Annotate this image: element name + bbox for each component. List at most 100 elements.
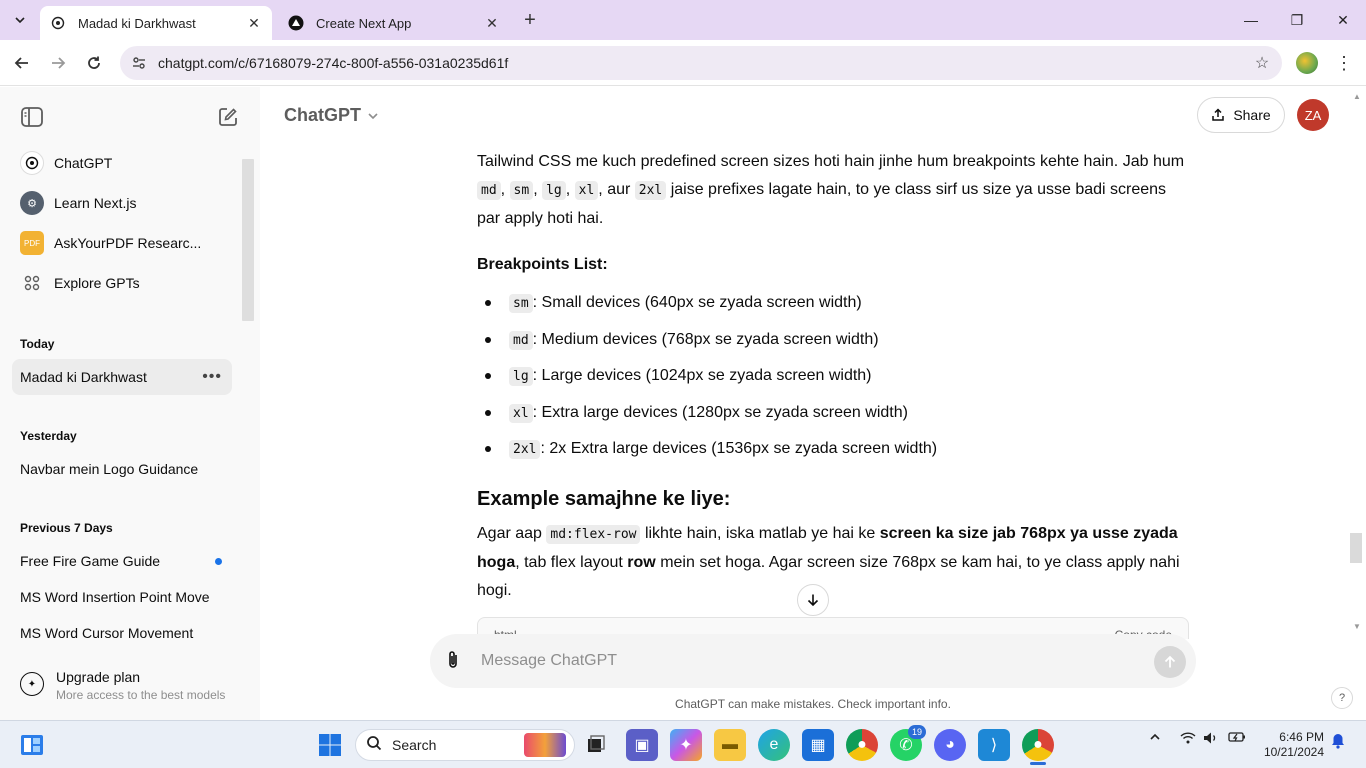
chat-item[interactable]: Navbar mein Logo Guidance <box>12 451 232 487</box>
file-explorer-icon[interactable]: ▬ <box>714 729 746 761</box>
section-title-yesterday: Yesterday <box>20 429 77 443</box>
model-selector[interactable]: ChatGPT <box>284 105 379 126</box>
chevron-down-icon <box>15 17 25 24</box>
taskbar-search[interactable]: Search <box>355 729 575 761</box>
clock-date: 10/21/2024 <box>1263 745 1324 759</box>
inline-code: xl <box>509 403 533 423</box>
chat-options-icon[interactable]: ••• <box>202 368 222 386</box>
discord-icon[interactable]: ◕ <box>934 729 966 761</box>
share-icon <box>1212 108 1225 121</box>
breakpoint-desc: : Extra large devices (1280px se zyada s… <box>532 403 908 421</box>
unread-dot <box>215 557 222 565</box>
taskbar-clock[interactable]: 6:46 PM 10/21/2024 <box>1256 730 1324 760</box>
chrome-icon[interactable]: ● <box>846 729 878 761</box>
list-item: sm: Small devices (640px se zyada screen… <box>477 285 1189 322</box>
minimize-button[interactable]: — <box>1228 0 1274 40</box>
arrow-up-icon <box>1164 655 1176 668</box>
volume-icon[interactable] <box>1203 731 1219 748</box>
message-input[interactable] <box>481 634 1141 688</box>
new-tab-button[interactable]: + <box>518 8 542 32</box>
search-label: Search <box>392 737 437 753</box>
browser-profile-avatar[interactable] <box>1296 52 1318 74</box>
breakpoint-desc: : 2x Extra large devices (1536px se zyad… <box>540 440 938 457</box>
reload-button[interactable] <box>79 48 109 78</box>
chat-title: MS Word Cursor Movement <box>20 625 194 641</box>
chat-title: Free Fire Game Guide <box>20 553 161 569</box>
upgrade-title: Upgrade plan <box>56 669 141 685</box>
edge-icon[interactable]: e <box>758 729 790 761</box>
active-app-indicator <box>1030 762 1046 765</box>
reload-icon <box>88 56 100 69</box>
arrow-right-icon <box>52 57 66 69</box>
tray-overflow-icon[interactable] <box>1149 731 1161 746</box>
browser-tab-active[interactable]: Madad ki Darkhwast ✕ <box>40 6 272 40</box>
close-window-button[interactable]: ✕ <box>1320 0 1366 40</box>
vercel-triangle-icon <box>288 15 304 31</box>
inline-code: md:flex-row <box>546 524 641 544</box>
example-text: , tab flex layout <box>515 553 623 571</box>
notification-bell-icon[interactable] <box>1331 733 1345 752</box>
whatsapp-badge: 19 <box>907 725 926 739</box>
disclaimer-text: ChatGPT can make mistakes. Check importa… <box>675 697 951 711</box>
battery-icon[interactable] <box>1228 731 1246 746</box>
list-item: xl: Extra large devices (1280px se zyada… <box>477 395 1189 432</box>
browser-tab[interactable]: Create Next App ✕ <box>278 6 510 40</box>
share-button[interactable]: Share <box>1197 97 1285 133</box>
site-settings-icon[interactable] <box>120 55 158 71</box>
forward-button[interactable] <box>43 48 73 78</box>
sidebar-scrollbar[interactable] <box>242 159 254 321</box>
inline-code: xl <box>574 181 599 200</box>
upgrade-icon: ✦ <box>20 672 44 696</box>
browser-toolbar: chatgpt.com/c/67168079-274c-800f-a556-03… <box>0 40 1366 86</box>
task-view-icon[interactable] <box>580 729 612 761</box>
gpt-label: ChatGPT <box>54 155 113 171</box>
upgrade-plan-button[interactable]: ✦ Upgrade plan More access to the best m… <box>12 659 248 709</box>
chat-item-active[interactable]: Madad ki Darkhwast ••• <box>12 359 232 395</box>
main-scrollbar-thumb[interactable] <box>1350 533 1362 563</box>
breakpoint-desc: : Large devices (1024px se zyada screen … <box>532 367 872 384</box>
sidebar-gpt-chatgpt[interactable]: ChatGPT <box>12 145 232 181</box>
user-avatar[interactable]: ZA <box>1297 99 1329 131</box>
attach-icon[interactable] <box>446 650 460 675</box>
browser-menu-icon[interactable]: ⋮ <box>1334 52 1354 74</box>
inline-code: sm <box>509 181 534 200</box>
scroll-down-arrow[interactable]: ▼ <box>1353 622 1361 631</box>
bookmark-star-icon[interactable]: ☆ <box>1242 53 1282 73</box>
copilot-icon[interactable]: ✦ <box>670 729 702 761</box>
chrome-profile-icon[interactable]: ● <box>1022 729 1054 765</box>
maximize-button[interactable]: ❐ <box>1274 0 1320 40</box>
scroll-to-bottom-button[interactable] <box>797 584 829 616</box>
sidebar-gpt-askyourpdf[interactable]: PDF AskYourPDF Researc... <box>12 225 232 261</box>
chat-item[interactable]: Free Fire Game Guide <box>12 543 232 579</box>
toggle-sidebar-icon[interactable] <box>18 103 46 131</box>
vscode-icon[interactable]: ⟩ <box>978 729 1010 761</box>
teams-icon[interactable]: ▣ <box>626 729 658 761</box>
scroll-up-arrow[interactable]: ▲ <box>1353 92 1361 101</box>
widgets-icon[interactable] <box>16 729 48 761</box>
tab-search-button[interactable] <box>8 8 32 32</box>
windows-start-icon[interactable] <box>314 729 346 761</box>
upgrade-subtitle: More access to the best models <box>56 688 226 702</box>
help-button[interactable]: ? <box>1331 687 1353 709</box>
inline-code: sm <box>509 294 533 313</box>
close-tab-icon[interactable]: ✕ <box>242 15 266 32</box>
wifi-icon[interactable] <box>1180 731 1196 748</box>
ms-store-icon[interactable]: ▦ <box>802 729 834 761</box>
gpt-label: Explore GPTs <box>54 275 140 291</box>
address-bar[interactable]: chatgpt.com/c/67168079-274c-800f-a556-03… <box>120 46 1282 80</box>
intro-text: Tailwind CSS me kuch predefined screen s… <box>477 153 1185 170</box>
new-chat-icon[interactable] <box>214 103 242 131</box>
example-heading: Example samajhne ke liye: <box>477 487 731 510</box>
sidebar-explore-gpts[interactable]: Explore GPTs <box>12 265 232 301</box>
chat-item[interactable]: MS Word Cursor Movement <box>12 615 232 651</box>
list-item: 2xl: 2x Extra large devices (1536px se z… <box>477 431 1189 468</box>
browser-tab-bar: Madad ki Darkhwast ✕ Create Next App ✕ +… <box>0 0 1366 40</box>
sidebar-gpt-learn-nextjs[interactable]: ⚙ Learn Next.js <box>12 185 232 221</box>
send-button[interactable] <box>1154 646 1186 678</box>
whatsapp-icon[interactable]: ✆ 19 <box>890 725 926 761</box>
chat-item[interactable]: MS Word Insertion Point Move <box>12 579 232 615</box>
back-button[interactable] <box>7 48 37 78</box>
search-icon <box>366 735 382 756</box>
askyourpdf-icon: PDF <box>20 231 44 255</box>
close-tab-icon[interactable]: ✕ <box>480 15 504 32</box>
